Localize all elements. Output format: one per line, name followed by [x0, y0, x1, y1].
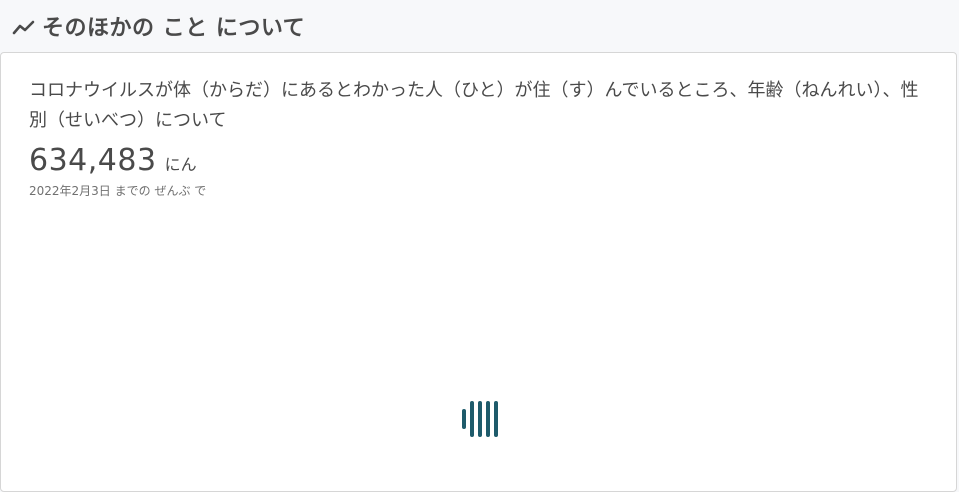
total-count: 634,483 にん — [29, 143, 197, 178]
section-header: そのほかの こと について — [0, 0, 959, 52]
chart-line-icon — [12, 20, 35, 35]
section-title: そのほかの こと について — [42, 16, 306, 41]
loader-bar — [494, 401, 498, 437]
loader-bar — [470, 401, 474, 437]
loading-bars-icon — [462, 401, 500, 437]
data-card: コロナウイルスが体（からだ）にあるとわかった人（ひと）が住（す）んでいるところ、… — [0, 52, 957, 492]
date-note: 2022年2月3日 までの ぜんぶ で — [29, 184, 207, 198]
loader-bar — [486, 401, 490, 437]
total-value: 634,483 — [29, 143, 157, 178]
loader-bar — [462, 409, 466, 429]
loader-bar — [478, 401, 482, 437]
card-title: コロナウイルスが体（からだ）にあるとわかった人（ひと）が住（す）んでいるところ、… — [29, 80, 919, 131]
total-unit: にん — [164, 155, 197, 174]
